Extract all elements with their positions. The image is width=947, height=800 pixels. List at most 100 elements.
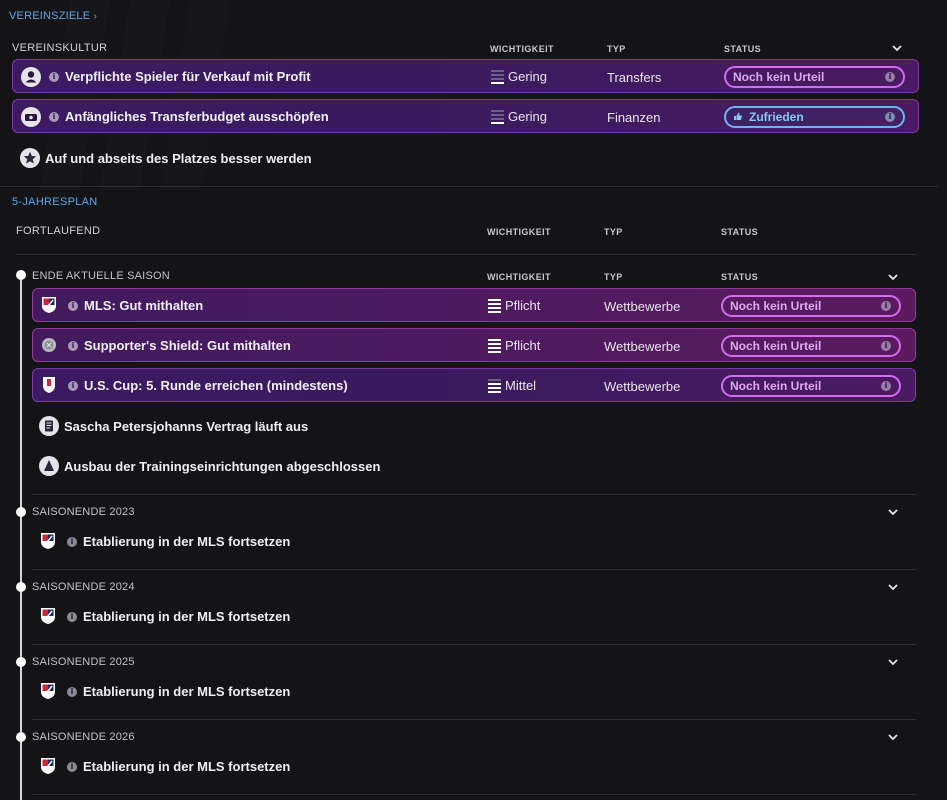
mls-crest-icon	[40, 757, 56, 775]
status-badge[interactable]: Noch kein Urteil i	[721, 335, 901, 357]
goal-importance-label: Pflicht	[505, 338, 541, 353]
shield-trophy-icon	[41, 336, 57, 354]
importance-bars-icon	[491, 69, 504, 84]
money-icon	[21, 107, 41, 127]
chevron-down-icon[interactable]	[888, 507, 898, 517]
ongoing-heading: FORTLAUFEND	[16, 225, 101, 237]
season-goal[interactable]: Etablierung in der MLS fortsetzen	[83, 759, 290, 774]
timeline-dot	[16, 732, 26, 742]
timeline-dot	[16, 507, 26, 517]
chevron-right-icon: ›	[93, 11, 98, 22]
mls-crest-icon	[40, 532, 56, 550]
section-divider	[32, 569, 916, 570]
info-icon[interactable]: i	[49, 72, 59, 82]
mls-crest-icon	[40, 682, 56, 700]
season-heading: SAISONENDE 2025	[32, 656, 135, 668]
chevron-down-icon[interactable]	[892, 43, 902, 53]
col-importance-header: WICHTIGKEIT	[487, 227, 551, 237]
season-goal[interactable]: Etablierung in der MLS fortsetzen	[83, 609, 290, 624]
info-icon[interactable]: i	[67, 687, 77, 697]
status-label: Noch kein Urteil	[730, 299, 822, 313]
five-year-plan-heading: 5-JAHRESPLAN	[12, 196, 98, 208]
col-type-header: TYP	[604, 272, 623, 282]
goal-type: Transfers	[607, 70, 662, 85]
goal-title: MLS: Gut mithalten	[84, 298, 204, 313]
info-icon[interactable]: i	[885, 72, 895, 82]
season-goal-row[interactable]: i MLS: Gut mithalten Pflicht Wettbewerbe…	[32, 288, 916, 322]
goal-type: Wettbewerbe	[604, 299, 681, 314]
chevron-down-icon[interactable]	[888, 272, 898, 282]
goal-type: Wettbewerbe	[604, 339, 681, 354]
goal-title: U.S. Cup: 5. Runde erreichen (mindestens…	[84, 378, 348, 393]
status-label: Zufrieden	[749, 110, 804, 124]
event-item[interactable]: Sascha Petersjohanns Vertrag läuft aus	[64, 419, 308, 434]
mls-crest-icon	[41, 296, 57, 314]
goal-importance-label: Mittel	[505, 378, 537, 393]
info-icon[interactable]: i	[881, 301, 891, 311]
goal-importance: Gering	[491, 69, 547, 84]
club-goals-link[interactable]: VEREINSZIELE ›	[9, 10, 97, 22]
goal-importance-label: Pflicht	[505, 298, 541, 313]
status-badge[interactable]: Zufrieden i	[724, 106, 905, 128]
section-divider	[0, 186, 938, 187]
status-label: Noch kein Urteil	[730, 379, 822, 393]
goal-title: Verpflichte Spieler für Verkauf mit Prof…	[65, 69, 311, 84]
goal-importance-label: Gering	[508, 109, 548, 124]
goal-title: Anfängliches Transferbudget ausschöpfen	[65, 109, 329, 124]
culture-goal-row[interactable]: i Anfängliches Transferbudget ausschöpfe…	[12, 99, 919, 133]
col-type-header: TYP	[607, 44, 626, 54]
importance-bars-icon	[491, 109, 504, 124]
goal-type: Finanzen	[607, 110, 661, 125]
goal-type: Wettbewerbe	[604, 379, 681, 394]
info-icon[interactable]: i	[881, 341, 891, 351]
star-badge-icon	[20, 148, 40, 168]
col-importance-header: WICHTIGKEIT	[490, 44, 554, 54]
culture-extra-goal[interactable]: Auf und abseits des Platzes besser werde…	[45, 151, 312, 166]
culture-goal-row[interactable]: i Verpflichte Spieler für Verkauf mit Pr…	[12, 59, 919, 93]
goal-importance: Gering	[491, 109, 547, 124]
status-label: Noch kein Urteil	[730, 339, 822, 353]
info-icon[interactable]: i	[49, 112, 59, 122]
season-goal-row[interactable]: i Supporter's Shield: Gut mithalten Pfli…	[32, 328, 916, 362]
status-badge[interactable]: Noch kein Urteil i	[724, 66, 905, 88]
info-icon[interactable]: i	[67, 762, 77, 772]
info-icon[interactable]: i	[68, 341, 78, 351]
season-goal[interactable]: Etablierung in der MLS fortsetzen	[83, 684, 290, 699]
importance-bars-icon	[488, 338, 501, 353]
status-badge[interactable]: Noch kein Urteil i	[721, 375, 901, 397]
info-icon[interactable]: i	[881, 381, 891, 391]
goal-importance-label: Gering	[508, 69, 548, 84]
col-status-header: STATUS	[724, 44, 762, 54]
chevron-down-icon[interactable]	[888, 732, 898, 742]
timeline-line	[20, 274, 22, 800]
col-importance-header: WICHTIGKEIT	[487, 272, 551, 282]
goal-title: Supporter's Shield: Gut mithalten	[84, 338, 291, 353]
club-goals-link-label: VEREINSZIELE	[9, 10, 91, 22]
thumbs-up-icon	[733, 110, 743, 124]
chevron-down-icon[interactable]	[888, 582, 898, 592]
contract-icon	[39, 416, 59, 436]
season-goal-row[interactable]: i U.S. Cup: 5. Runde erreichen (mindeste…	[32, 368, 916, 402]
importance-bars-icon	[488, 378, 501, 393]
col-status-header: STATUS	[721, 227, 759, 237]
event-item[interactable]: Ausbau der Trainingseinrichtungen abgesc…	[64, 459, 380, 474]
section-divider	[32, 644, 916, 645]
club-culture-heading: VEREINSKULTUR	[12, 42, 108, 54]
col-type-header: TYP	[604, 227, 623, 237]
info-icon[interactable]: i	[68, 381, 78, 391]
season-heading: SAISONENDE 2024	[32, 581, 135, 593]
section-divider	[16, 254, 916, 255]
info-icon[interactable]: i	[67, 537, 77, 547]
season-goal[interactable]: Etablierung in der MLS fortsetzen	[83, 534, 290, 549]
section-divider	[32, 794, 916, 795]
goal-importance: Mittel	[488, 378, 536, 393]
timeline-dot	[16, 582, 26, 592]
timeline-dot	[16, 270, 26, 280]
status-badge[interactable]: Noch kein Urteil i	[721, 295, 901, 317]
info-icon[interactable]: i	[885, 112, 895, 122]
chevron-down-icon[interactable]	[888, 657, 898, 667]
goal-importance: Pflicht	[488, 298, 540, 313]
info-icon[interactable]: i	[67, 612, 77, 622]
info-icon[interactable]: i	[68, 301, 78, 311]
section-divider	[32, 494, 916, 495]
